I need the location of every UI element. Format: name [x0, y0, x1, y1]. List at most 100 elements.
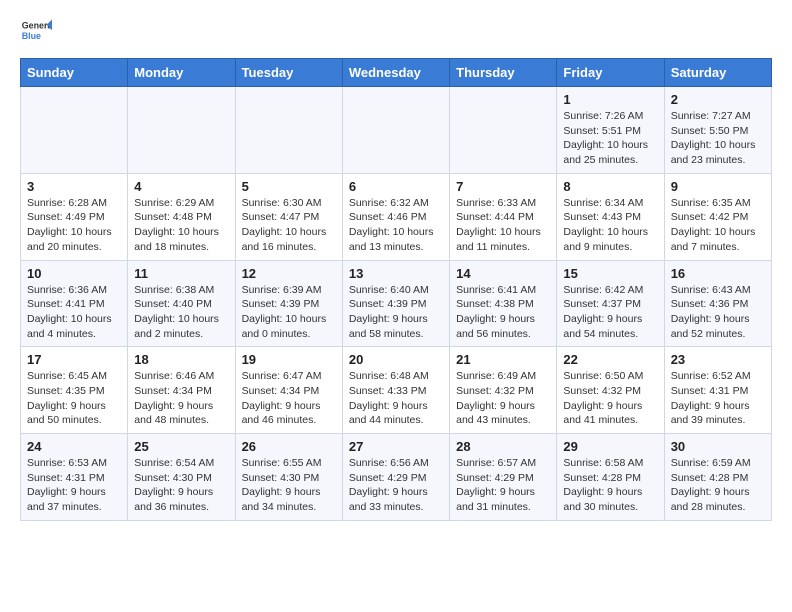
calendar-cell: 6Sunrise: 6:32 AMSunset: 4:46 PMDaylight… [342, 173, 449, 260]
logo: General Blue [20, 16, 52, 48]
day-info: Sunrise: 6:42 AMSunset: 4:37 PMDaylight:… [563, 283, 657, 342]
day-info: Sunrise: 6:32 AMSunset: 4:46 PMDaylight:… [349, 196, 443, 255]
calendar-cell [128, 87, 235, 174]
calendar-cell: 26 Sunrise: 6:55 AMSunset: 4:30 PMDayligh… [235, 434, 342, 521]
day-number: 9 [671, 179, 765, 194]
day-info: Sunrise: 6:54 AMSunset: 4:30 PMDaylight:… [134, 456, 228, 515]
calendar-cell: 23 Sunrise: 6:52 AMSunset: 4:31 PMDayligh… [664, 347, 771, 434]
calendar-week-row: 1Sunrise: 7:26 AMSunset: 5:51 PMDaylight… [21, 87, 772, 174]
calendar-cell [235, 87, 342, 174]
calendar-cell: 8 Sunrise: 6:34 AMSunset: 4:43 PMDaylight… [557, 173, 664, 260]
calendar-cell: 30Sunrise: 6:59 AMSunset: 4:28 PMDayligh… [664, 434, 771, 521]
calendar-body: 1Sunrise: 7:26 AMSunset: 5:51 PMDaylight… [21, 87, 772, 521]
day-number: 8 [563, 179, 657, 194]
calendar-cell: 13Sunrise: 6:40 AMSunset: 4:39 PMDayligh… [342, 260, 449, 347]
day-number: 10 [27, 266, 121, 281]
day-number: 26 [242, 439, 336, 454]
calendar-week-row: 24 Sunrise: 6:53 AMSunset: 4:31 PMDayligh… [21, 434, 772, 521]
calendar-week-row: 10 Sunrise: 6:36 AMSunset: 4:41 PMDayligh… [21, 260, 772, 347]
day-number: 17 [27, 352, 121, 367]
day-info: Sunrise: 6:41 AMSunset: 4:38 PMDaylight:… [456, 283, 550, 342]
day-info: Sunrise: 6:52 AMSunset: 4:31 PMDaylight:… [671, 369, 765, 428]
day-info: Sunrise: 6:36 AMSunset: 4:41 PMDaylight:… [27, 283, 121, 342]
calendar-header: SundayMondayTuesdayWednesdayThursdayFrid… [21, 59, 772, 87]
day-info: Sunrise: 6:57 AMSunset: 4:29 PMDaylight:… [456, 456, 550, 515]
day-number: 3 [27, 179, 121, 194]
calendar-cell [450, 87, 557, 174]
day-number: 29 [563, 439, 657, 454]
calendar-cell: 21Sunrise: 6:49 AMSunset: 4:32 PMDayligh… [450, 347, 557, 434]
calendar-cell: 29 Sunrise: 6:58 AMSunset: 4:28 PMDayligh… [557, 434, 664, 521]
calendar-cell: 28 Sunrise: 6:57 AMSunset: 4:29 PMDayligh… [450, 434, 557, 521]
day-info: Sunrise: 6:38 AMSunset: 4:40 PMDaylight:… [134, 283, 228, 342]
calendar-cell: 12 Sunrise: 6:39 AMSunset: 4:39 PMDayligh… [235, 260, 342, 347]
calendar-cell: 5 Sunrise: 6:30 AMSunset: 4:47 PMDaylight… [235, 173, 342, 260]
day-info: Sunrise: 6:43 AMSunset: 4:36 PMDaylight:… [671, 283, 765, 342]
day-info: Sunrise: 6:53 AMSunset: 4:31 PMDaylight:… [27, 456, 121, 515]
day-number: 28 [456, 439, 550, 454]
calendar-cell: 14Sunrise: 6:41 AMSunset: 4:38 PMDayligh… [450, 260, 557, 347]
day-info: Sunrise: 6:39 AMSunset: 4:39 PMDaylight:… [242, 283, 336, 342]
calendar-cell: 25Sunrise: 6:54 AMSunset: 4:30 PMDayligh… [128, 434, 235, 521]
day-number: 5 [242, 179, 336, 194]
calendar-cell: 9 Sunrise: 6:35 AMSunset: 4:42 PMDaylight… [664, 173, 771, 260]
day-info: Sunrise: 6:58 AMSunset: 4:28 PMDaylight:… [563, 456, 657, 515]
calendar-cell: 2 Sunrise: 7:27 AMSunset: 5:50 PMDaylight… [664, 87, 771, 174]
day-number: 20 [349, 352, 443, 367]
day-number: 19 [242, 352, 336, 367]
calendar-cell: 4 Sunrise: 6:29 AMSunset: 4:48 PMDaylight… [128, 173, 235, 260]
weekday-header: Tuesday [235, 59, 342, 87]
day-info: Sunrise: 6:55 AMSunset: 4:30 PMDaylight:… [242, 456, 336, 515]
svg-text:Blue: Blue [22, 31, 41, 41]
calendar-cell: 10 Sunrise: 6:36 AMSunset: 4:41 PMDayligh… [21, 260, 128, 347]
calendar-cell [21, 87, 128, 174]
day-info: Sunrise: 6:34 AMSunset: 4:43 PMDaylight:… [563, 196, 657, 255]
day-number: 1 [563, 92, 657, 107]
calendar-cell: 19 Sunrise: 6:47 AMSunset: 4:34 PMDayligh… [235, 347, 342, 434]
weekday-header: Monday [128, 59, 235, 87]
weekday-header: Saturday [664, 59, 771, 87]
day-info: Sunrise: 6:35 AMSunset: 4:42 PMDaylight:… [671, 196, 765, 255]
day-info: Sunrise: 6:47 AMSunset: 4:34 PMDaylight:… [242, 369, 336, 428]
day-info: Sunrise: 6:40 AMSunset: 4:39 PMDaylight:… [349, 283, 443, 342]
calendar-cell: 18 Sunrise: 6:46 AMSunset: 4:34 PMDayligh… [128, 347, 235, 434]
calendar-cell: 27Sunrise: 6:56 AMSunset: 4:29 PMDayligh… [342, 434, 449, 521]
day-number: 24 [27, 439, 121, 454]
day-info: Sunrise: 6:46 AMSunset: 4:34 PMDaylight:… [134, 369, 228, 428]
day-info: Sunrise: 7:27 AMSunset: 5:50 PMDaylight:… [671, 109, 765, 168]
calendar-cell: 11 Sunrise: 6:38 AMSunset: 4:40 PMDayligh… [128, 260, 235, 347]
weekday-header: Sunday [21, 59, 128, 87]
day-number: 18 [134, 352, 228, 367]
calendar-cell: 24 Sunrise: 6:53 AMSunset: 4:31 PMDayligh… [21, 434, 128, 521]
weekday-header: Friday [557, 59, 664, 87]
header: General Blue [20, 16, 772, 48]
day-number: 12 [242, 266, 336, 281]
logo-icon: General Blue [20, 16, 52, 48]
calendar-cell [342, 87, 449, 174]
calendar-cell: 17Sunrise: 6:45 AMSunset: 4:35 PMDayligh… [21, 347, 128, 434]
day-info: Sunrise: 6:28 AMSunset: 4:49 PMDaylight:… [27, 196, 121, 255]
calendar-cell: 16 Sunrise: 6:43 AMSunset: 4:36 PMDayligh… [664, 260, 771, 347]
calendar-cell: 15Sunrise: 6:42 AMSunset: 4:37 PMDayligh… [557, 260, 664, 347]
day-number: 21 [456, 352, 550, 367]
calendar-cell: 1Sunrise: 7:26 AMSunset: 5:51 PMDaylight… [557, 87, 664, 174]
weekday-header: Thursday [450, 59, 557, 87]
day-number: 11 [134, 266, 228, 281]
day-number: 22 [563, 352, 657, 367]
calendar-cell: 7Sunrise: 6:33 AMSunset: 4:44 PMDaylight… [450, 173, 557, 260]
day-info: Sunrise: 6:50 AMSunset: 4:32 PMDaylight:… [563, 369, 657, 428]
day-number: 23 [671, 352, 765, 367]
calendar-cell: 3 Sunrise: 6:28 AMSunset: 4:49 PMDaylight… [21, 173, 128, 260]
day-info: Sunrise: 6:29 AMSunset: 4:48 PMDaylight:… [134, 196, 228, 255]
calendar-cell: 20 Sunrise: 6:48 AMSunset: 4:33 PMDayligh… [342, 347, 449, 434]
day-info: Sunrise: 6:30 AMSunset: 4:47 PMDaylight:… [242, 196, 336, 255]
day-number: 2 [671, 92, 765, 107]
day-number: 4 [134, 179, 228, 194]
weekday-header: Wednesday [342, 59, 449, 87]
day-number: 16 [671, 266, 765, 281]
day-info: Sunrise: 6:48 AMSunset: 4:33 PMDaylight:… [349, 369, 443, 428]
day-info: Sunrise: 6:33 AMSunset: 4:44 PMDaylight:… [456, 196, 550, 255]
calendar-week-row: 3 Sunrise: 6:28 AMSunset: 4:49 PMDaylight… [21, 173, 772, 260]
day-number: 27 [349, 439, 443, 454]
day-number: 30 [671, 439, 765, 454]
